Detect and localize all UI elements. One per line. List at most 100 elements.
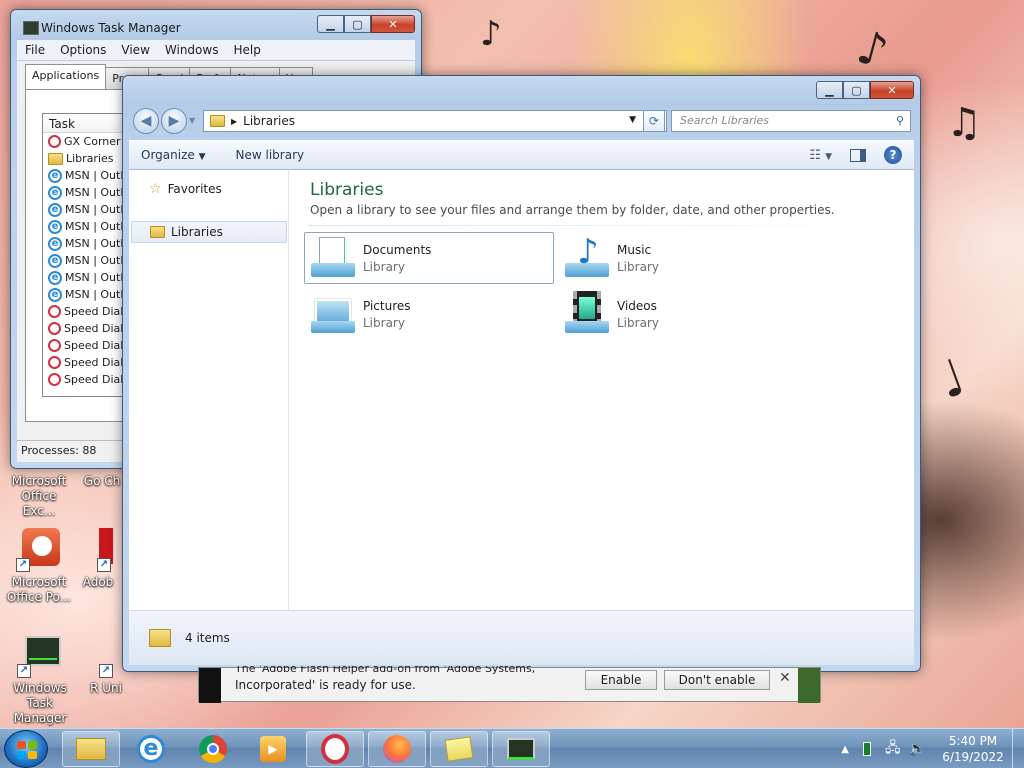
tab-applications[interactable]: Applications (25, 64, 107, 89)
music-note-decoration: ♪ (851, 19, 894, 79)
menu-windows[interactable]: Windows (165, 43, 219, 57)
search-input[interactable]: Search Libraries ⚲ (671, 110, 911, 132)
taskbar-explorer[interactable] (62, 731, 120, 767)
menu-view[interactable]: View (121, 43, 149, 57)
notification-edge (798, 668, 820, 703)
process-count: Processes: 88 (21, 444, 97, 457)
new-library-button[interactable]: New library (236, 148, 305, 162)
opera-icon (48, 373, 61, 386)
shortcut-arrow-icon: ↗ (97, 558, 111, 572)
forward-button[interactable]: ▶ (161, 108, 187, 134)
uninstall-icon: ↗ (91, 632, 121, 678)
refresh-button[interactable]: ⟳ (643, 110, 665, 132)
breadcrumb-arrow-icon[interactable]: ▶ (231, 117, 237, 126)
taskbar-ie[interactable]: e (122, 731, 180, 767)
library-tile-music[interactable]: ♪ Music Library (558, 232, 808, 284)
opera-icon (48, 135, 61, 148)
menu-help[interactable]: Help (233, 43, 260, 57)
menu-options[interactable]: Options (60, 43, 106, 57)
back-button[interactable]: ◀ (133, 108, 159, 134)
battery-icon[interactable] (862, 742, 871, 756)
shortcut-arrow-icon: ↗ (16, 558, 30, 572)
windows-logo-icon (17, 741, 37, 759)
page-subtitle: Open a library to see your files and arr… (310, 203, 835, 217)
adobe-icon: ↗ (83, 526, 113, 572)
desktop-icon-chrome[interactable]: Go Ch (82, 474, 122, 489)
taskbar-firefox[interactable] (368, 731, 426, 767)
organize-button[interactable]: Organize ▼ (141, 148, 206, 162)
opera-icon (48, 356, 61, 369)
minimize-button[interactable]: ▁ (317, 15, 344, 33)
navigation-pane: ☆ Favorites Libraries (129, 170, 289, 610)
ie-icon: e (48, 253, 62, 268)
dont-enable-button[interactable]: Don't enable (664, 670, 770, 690)
close-button[interactable]: ✕ (371, 15, 415, 33)
main-area: ☆ Favorites Libraries Libraries Open a l… (129, 170, 914, 611)
show-desktop-button[interactable] (1012, 729, 1024, 768)
start-button[interactable] (4, 730, 48, 768)
desktop-icon-adobe[interactable]: ↗ Adob (78, 526, 118, 590)
music-note-decoration: ♩ (930, 347, 973, 411)
maximize-button[interactable]: ▢ (344, 15, 371, 33)
enable-button[interactable]: Enable (585, 670, 657, 690)
ie-icon: e (137, 735, 165, 763)
menu-bar: File Options View Windows Help (17, 40, 415, 60)
powerpoint-icon: ↗ (16, 526, 62, 572)
taskbar-opera[interactable] (306, 731, 364, 767)
videos-icon (563, 291, 611, 337)
sticky-notes-icon (444, 736, 474, 762)
item-count: 4 items (185, 631, 230, 645)
library-tile-documents[interactable]: Documents Library (304, 232, 554, 284)
folder-icon (48, 152, 63, 165)
close-icon[interactable]: ✕ (779, 670, 791, 686)
chrome-icon (199, 735, 227, 763)
caption-buttons: ▁ ▢ ✕ (816, 81, 914, 99)
address-bar[interactable]: ▶ Libraries ▼ (203, 110, 667, 132)
shortcut-arrow-icon: ↗ (99, 664, 113, 678)
folder-icon (76, 738, 106, 760)
help-icon[interactable]: ? (884, 146, 902, 164)
desktop-icon-excel[interactable]: Microsoft Office Exc... (4, 474, 74, 519)
opera-icon (48, 305, 61, 318)
minimize-button[interactable]: ▁ (816, 81, 843, 99)
library-tile-videos[interactable]: Videos Library (558, 288, 808, 340)
firefox-icon (383, 735, 411, 763)
desktop-icon-powerpoint[interactable]: ↗ Microsoft Office Po... (4, 526, 74, 605)
close-button[interactable]: ✕ (870, 81, 914, 99)
volume-icon[interactable]: 🔈 (909, 741, 926, 757)
taskbar-sticky-notes[interactable] (430, 731, 488, 767)
network-icon[interactable]: 🖧 (885, 737, 901, 761)
show-hidden-icons-icon[interactable]: ▲ (841, 744, 849, 755)
taskbar-media-player[interactable]: ▶ (244, 731, 302, 767)
search-icon[interactable]: ⚲ (896, 114, 904, 127)
command-bar: Organize ▼ New library ☷ ▼ ? (129, 140, 914, 170)
taskbar-chrome[interactable] (184, 731, 242, 767)
system-tray: ▲ 🖧 🔈 5:40 PM 6/19/2022 (841, 729, 1024, 768)
nav-item-favorites[interactable]: ☆ Favorites (131, 178, 287, 200)
caption-buttons: ▁ ▢ ✕ (317, 15, 415, 33)
pictures-icon (309, 291, 357, 337)
maximize-button[interactable]: ▢ (843, 81, 870, 99)
opera-icon (48, 322, 61, 335)
breadcrumb[interactable]: Libraries (243, 114, 295, 128)
opera-icon (321, 734, 349, 764)
page-title: Libraries (310, 180, 384, 200)
ie-icon: e (48, 202, 62, 217)
preview-pane-icon[interactable] (850, 148, 866, 162)
divider (308, 225, 896, 226)
ie-icon: e (48, 168, 62, 183)
task-manager-icon (507, 738, 535, 760)
nav-item-libraries[interactable]: Libraries (131, 221, 287, 243)
explorer-window[interactable]: ▁ ▢ ✕ ◀ ▶ ▼ ▶ Libraries ▼ ⟳ Search Libra… (122, 75, 921, 672)
desktop-icon-task-manager[interactable]: ↗ Windows Task Manager (2, 632, 78, 726)
music-icon: ♪ (563, 235, 611, 281)
clock[interactable]: 5:40 PM 6/19/2022 (934, 733, 1012, 765)
address-dropdown-icon[interactable]: ▼ (629, 115, 636, 125)
recent-pages-icon[interactable]: ▼ (189, 116, 195, 125)
change-view-icon[interactable]: ☷ ▼ (809, 148, 832, 163)
content-pane: Libraries Open a library to see your fil… (290, 170, 914, 610)
desktop-icon-uninstall[interactable]: ↗ R Uni (86, 632, 126, 696)
library-tile-pictures[interactable]: Pictures Library (304, 288, 554, 340)
taskbar-task-manager[interactable] (492, 731, 550, 767)
menu-file[interactable]: File (25, 43, 45, 57)
